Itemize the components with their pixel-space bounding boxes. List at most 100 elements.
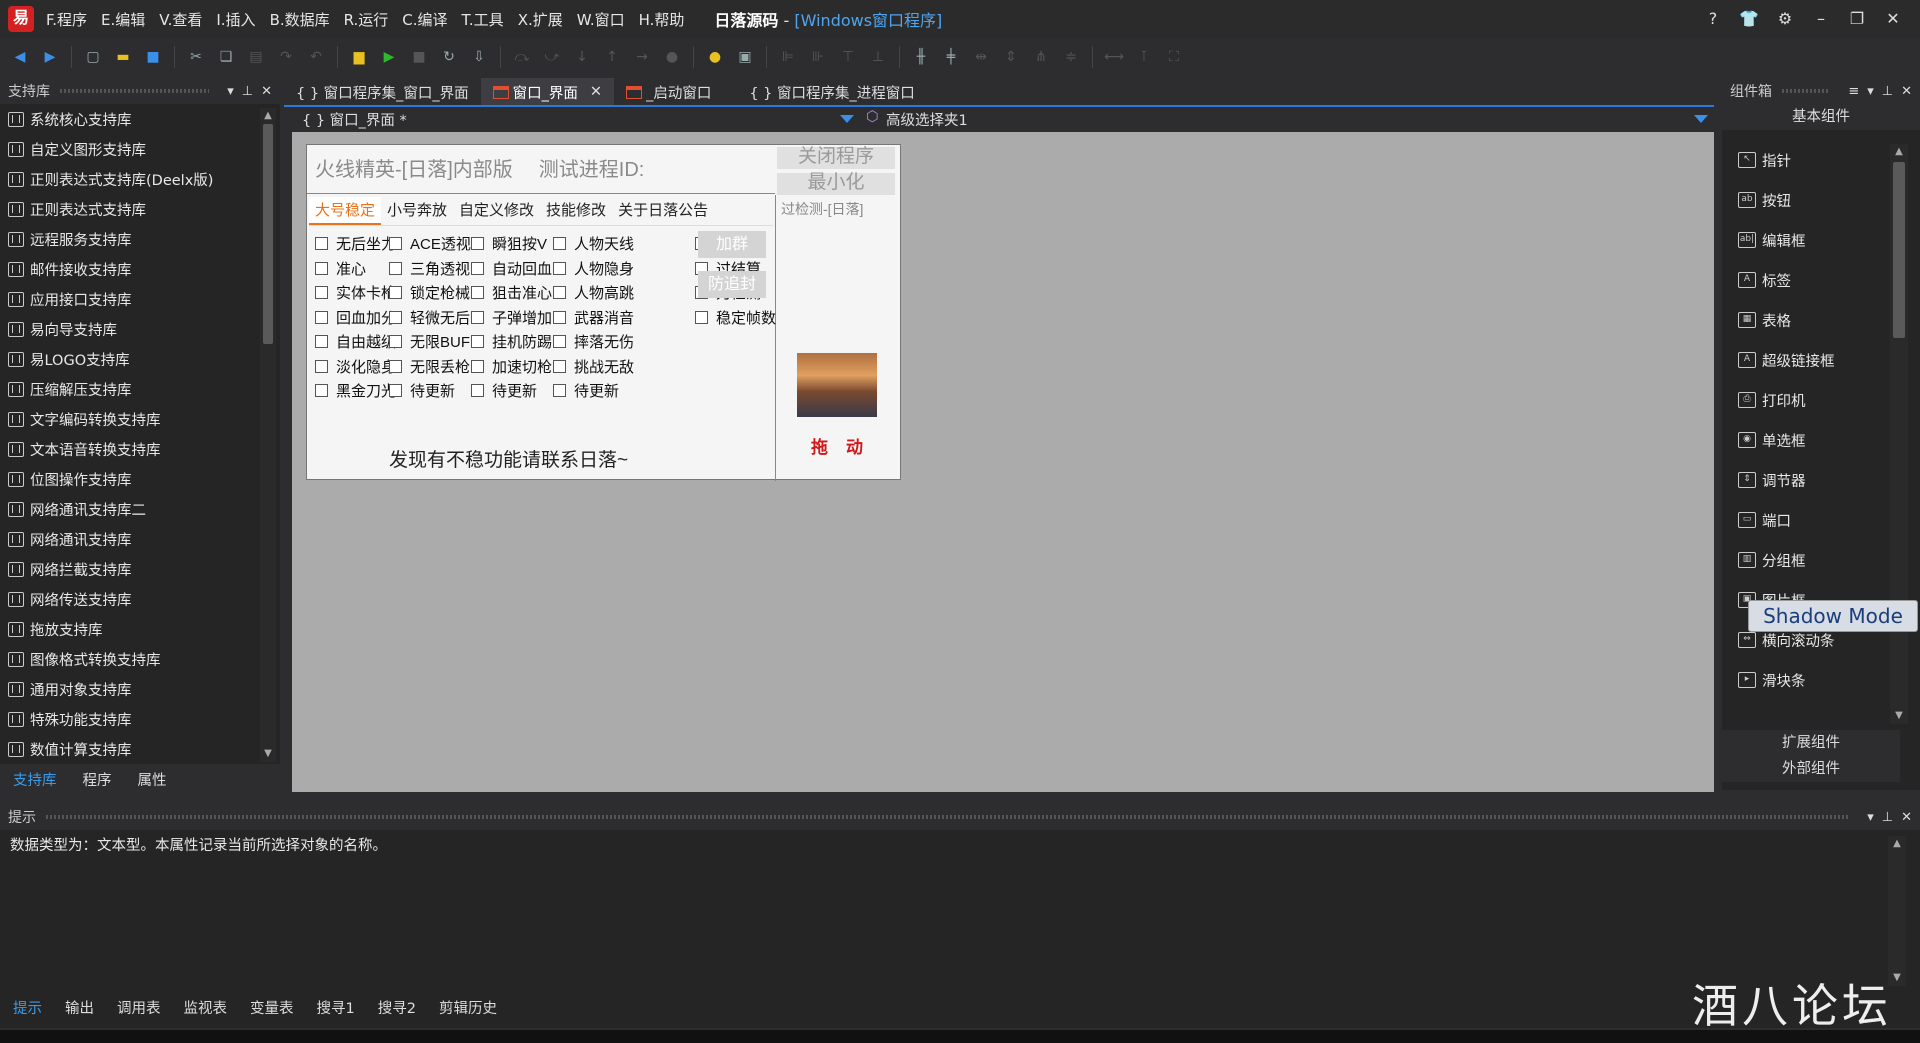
close-icon[interactable]: ✕: [590, 84, 602, 100]
folder-icon[interactable]: ▆: [347, 45, 371, 69]
extended-components-header[interactable]: 扩展组件: [1722, 730, 1900, 756]
dropdown-icon[interactable]: ▾: [227, 84, 234, 99]
undo-icon[interactable]: ↶: [304, 45, 328, 69]
hint-tab[interactable]: 变量表: [240, 997, 304, 1018]
list-item[interactable]: 网络通讯支持库: [0, 524, 258, 554]
align-top-icon[interactable]: ⊤: [836, 45, 860, 69]
list-item[interactable]: 系统核心支持库: [0, 104, 258, 134]
list-item[interactable]: 网络通讯支持库二: [0, 494, 258, 524]
same-width-icon[interactable]: ⇹: [969, 45, 993, 69]
checkbox-box[interactable]: [471, 237, 484, 250]
gear-icon[interactable]: ⚙: [1772, 6, 1798, 32]
compile-icon[interactable]: ⇩: [467, 45, 491, 69]
component-item[interactable]: A 标签: [1722, 260, 1900, 300]
checkbox[interactable]: 三角透视: [389, 258, 470, 279]
checkbox-box[interactable]: [315, 286, 328, 299]
component-item[interactable]: ◉ 单选框: [1722, 420, 1900, 460]
checkbox-box[interactable]: [389, 237, 402, 250]
checkbox[interactable]: 回血加分: [315, 307, 396, 328]
space-v-icon[interactable]: ≑: [1059, 45, 1083, 69]
component-item[interactable]: ⇕ 调节器: [1722, 460, 1900, 500]
cut-icon[interactable]: ✂: [184, 45, 208, 69]
pin-icon[interactable]: ⊥: [1882, 810, 1893, 825]
component-item[interactable]: ▞画板: [1722, 700, 1900, 706]
scroll-up-icon[interactable]: ▲: [260, 108, 276, 124]
new-file-icon[interactable]: ▢: [81, 45, 105, 69]
checkbox[interactable]: 瞬狙按V: [471, 233, 547, 254]
stop-icon[interactable]: ■: [407, 45, 431, 69]
form-tab[interactable]: 大号稳定: [309, 197, 382, 225]
list-item[interactable]: 通用对象支持库: [0, 674, 258, 704]
help-icon[interactable]: ?: [1700, 6, 1726, 32]
step-icon[interactable]: ⤼: [510, 45, 534, 69]
align-bottom-icon[interactable]: ⊥: [866, 45, 890, 69]
scroll-down-icon[interactable]: ▼: [1890, 708, 1908, 724]
center-h-icon[interactable]: ╫: [909, 45, 933, 69]
anti-ban-button[interactable]: 防追封: [698, 271, 766, 298]
pin-icon[interactable]: ⊥: [1882, 84, 1893, 99]
hint-tab[interactable]: 搜寻1: [307, 997, 365, 1018]
checkbox[interactable]: 准心: [315, 258, 366, 279]
checkbox[interactable]: 挂机防踢: [471, 331, 552, 352]
menu-icon[interactable]: ≡: [1848, 84, 1859, 99]
component-item[interactable]: ↖ 指针: [1722, 140, 1900, 180]
scroll-up-icon[interactable]: ▲: [1890, 144, 1908, 160]
menu-item[interactable]: R.运行: [344, 9, 389, 30]
checkbox-box[interactable]: [553, 335, 566, 348]
drag-label[interactable]: 拖动: [811, 433, 881, 458]
step-over-icon[interactable]: ⤻: [540, 45, 564, 69]
list-item[interactable]: 位图操作支持库: [0, 464, 258, 494]
fullscreen-icon[interactable]: ⛶: [1162, 45, 1186, 69]
scrollbar[interactable]: ▲ ▼: [1890, 144, 1908, 724]
list-item[interactable]: 应用接口支持库: [0, 284, 258, 314]
checkbox-box[interactable]: [315, 237, 328, 250]
hint-tab[interactable]: 剪辑历史: [429, 997, 507, 1018]
component-item[interactable]: ⎙ 打印机: [1722, 380, 1900, 420]
list-item[interactable]: 正则表达式支持库(Deelx版): [0, 164, 258, 194]
menu-item[interactable]: W.窗口: [577, 9, 625, 30]
basic-components-header[interactable]: 基本组件: [1722, 104, 1920, 130]
checkbox-box[interactable]: [389, 335, 402, 348]
checkbox[interactable]: 人物天线: [553, 233, 634, 254]
checkbox[interactable]: 挑战无敌: [553, 356, 634, 377]
checkbox-box[interactable]: [695, 310, 708, 324]
checkbox-box[interactable]: [471, 310, 484, 324]
tab-process-window[interactable]: { } 窗口程序集_进程窗口: [737, 78, 926, 106]
list-item[interactable]: 压缩解压支持库: [0, 374, 258, 404]
object-dropdown[interactable]: { } 窗口_界面 *: [290, 109, 860, 130]
center-v-icon[interactable]: ╪: [939, 45, 963, 69]
forward-icon[interactable]: ▶: [38, 45, 62, 69]
checkbox-box[interactable]: [471, 335, 484, 348]
checkbox[interactable]: 摔落无伤: [553, 331, 634, 352]
designed-form[interactable]: 火线精英-[日落]内部版 测试进程ID: 关闭程序 最小化 大号稳定 小号奔放 自定义…: [306, 144, 901, 481]
scroll-down-icon[interactable]: ▼: [260, 746, 276, 762]
scrollbar[interactable]: ▲ ▼: [1888, 836, 1906, 986]
back-icon[interactable]: ◀: [8, 45, 32, 69]
checkbox-box[interactable]: [553, 286, 566, 299]
checkbox-box[interactable]: [553, 261, 566, 275]
close-icon[interactable]: ✕: [261, 84, 272, 99]
checkbox-box[interactable]: [553, 237, 566, 250]
checkbox-box[interactable]: [553, 310, 566, 324]
checkbox[interactable]: 狙击准心: [471, 282, 552, 303]
lightbulb-icon[interactable]: ●: [703, 45, 727, 69]
component-item[interactable]: ab| 编辑框: [1722, 220, 1900, 260]
checkbox[interactable]: 无后坐力: [315, 233, 396, 254]
external-components-header[interactable]: 外部组件: [1722, 756, 1900, 782]
checkbox-box[interactable]: [389, 359, 402, 373]
align-left-icon[interactable]: ⊫: [776, 45, 800, 69]
left-panel-tab[interactable]: 支持库: [0, 769, 70, 790]
list-item[interactable]: 特殊功能支持库: [0, 704, 258, 734]
window-icon[interactable]: ▣: [733, 45, 757, 69]
dropdown-icon[interactable]: ▾: [1867, 810, 1874, 825]
list-item[interactable]: 文本语音转换支持库: [0, 434, 258, 464]
checkbox[interactable]: 无限BUF: [389, 331, 470, 352]
design-canvas[interactable]: 火线精英-[日落]内部版 测试进程ID: 关闭程序 最小化 大号稳定 小号奔放 自定义…: [292, 132, 1714, 792]
component-item[interactable]: A 超级链接框: [1722, 340, 1900, 380]
checkbox[interactable]: 待更新: [389, 380, 455, 401]
component-item[interactable]: ▸ 滑块条: [1722, 660, 1900, 700]
list-item[interactable]: 数值计算支持库: [0, 734, 258, 760]
left-panel-tab[interactable]: 属性: [125, 769, 180, 790]
align-right-icon[interactable]: ⊪: [806, 45, 830, 69]
checkbox-box[interactable]: [471, 261, 484, 275]
